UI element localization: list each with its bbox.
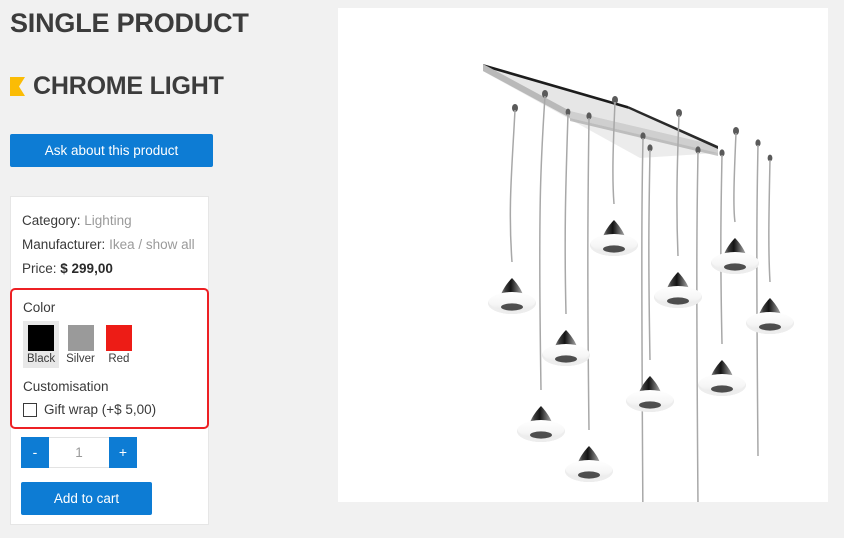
product-options-box: Color Black Silver Red Customisation Gif…: [10, 288, 209, 429]
add-to-cart-button[interactable]: Add to cart: [21, 482, 152, 515]
product-image: [338, 8, 828, 502]
color-label-silver: Silver: [66, 353, 95, 365]
ask-about-product-button[interactable]: Ask about this product: [10, 134, 213, 167]
manufacturer-link[interactable]: Ikea: [109, 237, 135, 252]
quantity-increment-button[interactable]: +: [109, 437, 137, 468]
product-details-card: Category: Lighting Manufacturer: Ikea / …: [10, 196, 209, 525]
gift-wrap-label: Gift wrap (+$ 5,00): [44, 402, 157, 417]
quantity-decrement-button[interactable]: -: [21, 437, 49, 468]
gift-wrap-option-row[interactable]: Gift wrap (+$ 5,00): [23, 402, 207, 417]
price-label: Price:: [22, 261, 57, 276]
page-title: SINGLE PRODUCT: [10, 8, 249, 38]
category-label: Category:: [22, 213, 81, 228]
manufacturer-show-all-link[interactable]: show all: [146, 237, 195, 252]
product-title-row: CHROME LIGHT: [10, 72, 224, 101]
manufacturer-label: Manufacturer:: [22, 237, 106, 252]
category-row: Category: Lighting: [22, 209, 208, 233]
manufacturer-row: Manufacturer: Ikea / show all: [22, 233, 208, 257]
product-image-panel: [338, 8, 828, 502]
flag-bullet-icon: [10, 77, 25, 96]
customisation-heading: Customisation: [23, 379, 109, 394]
color-swatch-black[interactable]: Black: [23, 321, 60, 368]
quantity-stepper: - +: [21, 437, 137, 468]
color-label-red: Red: [108, 353, 130, 365]
product-name: CHROME LIGHT: [33, 72, 224, 100]
color-swatch-group: Black Silver Red: [23, 321, 207, 368]
product-meta-list: Category: Lighting Manufacturer: Ikea / …: [11, 209, 208, 281]
color-chip-black: [28, 325, 55, 351]
price-row: Price: $ 299,00: [22, 257, 208, 281]
price-value: $ 299,00: [60, 261, 113, 276]
manufacturer-separator: /: [138, 237, 143, 252]
color-swatch-silver[interactable]: Silver: [62, 321, 99, 368]
product-info-column: SINGLE PRODUCT CHROME LIGHT Ask about th…: [0, 0, 330, 538]
gift-wrap-checkbox[interactable]: [23, 402, 37, 417]
color-chip-red: [105, 325, 132, 351]
color-chip-silver: [67, 325, 94, 351]
quantity-input[interactable]: [49, 437, 109, 468]
color-label-black: Black: [27, 353, 56, 365]
color-heading: Color: [23, 300, 56, 315]
color-swatch-red[interactable]: Red: [102, 321, 136, 368]
category-value: Lighting: [84, 213, 132, 228]
